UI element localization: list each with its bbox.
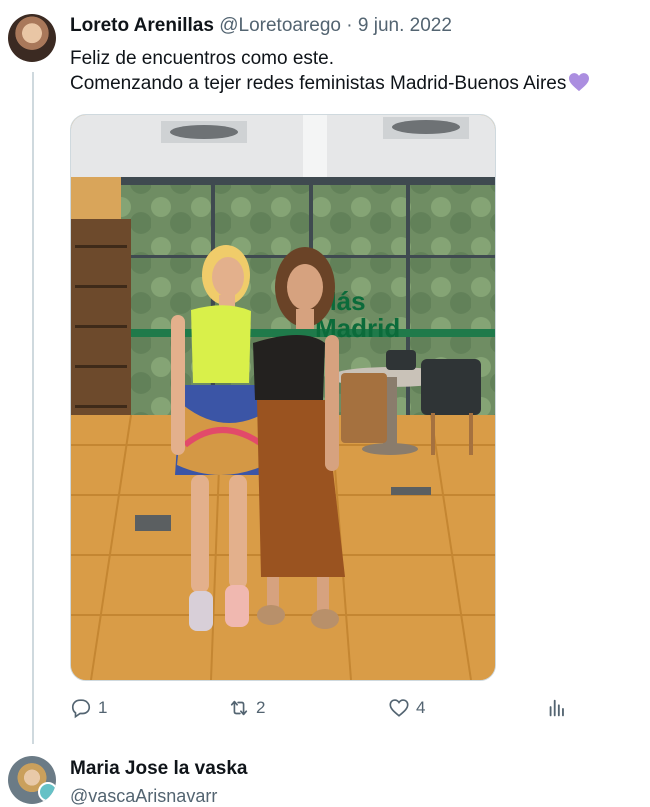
office-photo-illustration: Más Madrid	[71, 115, 495, 680]
like-button[interactable]: 4	[388, 697, 425, 719]
verified-badge-icon	[38, 782, 56, 802]
author-avatar[interactable]	[8, 14, 56, 62]
tweet-text-line-2-content: Comenzando a tejer redes feministas Madr…	[70, 73, 567, 94]
views-button[interactable]	[546, 697, 574, 719]
header-separator: ·	[346, 15, 353, 36]
tweet-photo[interactable]: Más Madrid	[70, 114, 496, 681]
heart-icon	[389, 699, 409, 717]
tweet-text: Feliz de encuentros como este. Comenzand…	[70, 46, 590, 96]
retweet-button[interactable]: 2	[228, 697, 265, 719]
tweet-actions: 1 2 4	[70, 697, 570, 723]
reply-author-name[interactable]: Maria Jose la vaska	[70, 758, 247, 780]
thread-connector-line	[32, 72, 34, 744]
reply-count: 1	[98, 698, 108, 717]
tweet-text-line-1: Feliz de encuentros como este.	[70, 48, 335, 69]
author-name[interactable]: Loreto Arenillas	[70, 15, 214, 36]
reply-icon	[71, 699, 91, 719]
reply-author-avatar[interactable]	[8, 756, 56, 804]
tweet-text-line-2: Comenzando a tejer redes feministas Madr…	[70, 71, 590, 96]
tweet-header: Loreto Arenillas @Loretoarego · 9 jun. 2…	[70, 15, 452, 37]
tweet-date[interactable]: 9 jun. 2022	[358, 15, 452, 36]
analytics-icon	[549, 699, 564, 717]
reply-button[interactable]: 1	[70, 697, 107, 719]
purple-heart-icon	[569, 73, 590, 92]
author-handle[interactable]: @Loretoarego	[219, 15, 341, 36]
like-count: 4	[416, 698, 426, 717]
retweet-count: 2	[256, 698, 266, 717]
reply-author-handle[interactable]: @vascaArisnavarr	[70, 786, 217, 807]
retweet-icon	[230, 700, 248, 716]
